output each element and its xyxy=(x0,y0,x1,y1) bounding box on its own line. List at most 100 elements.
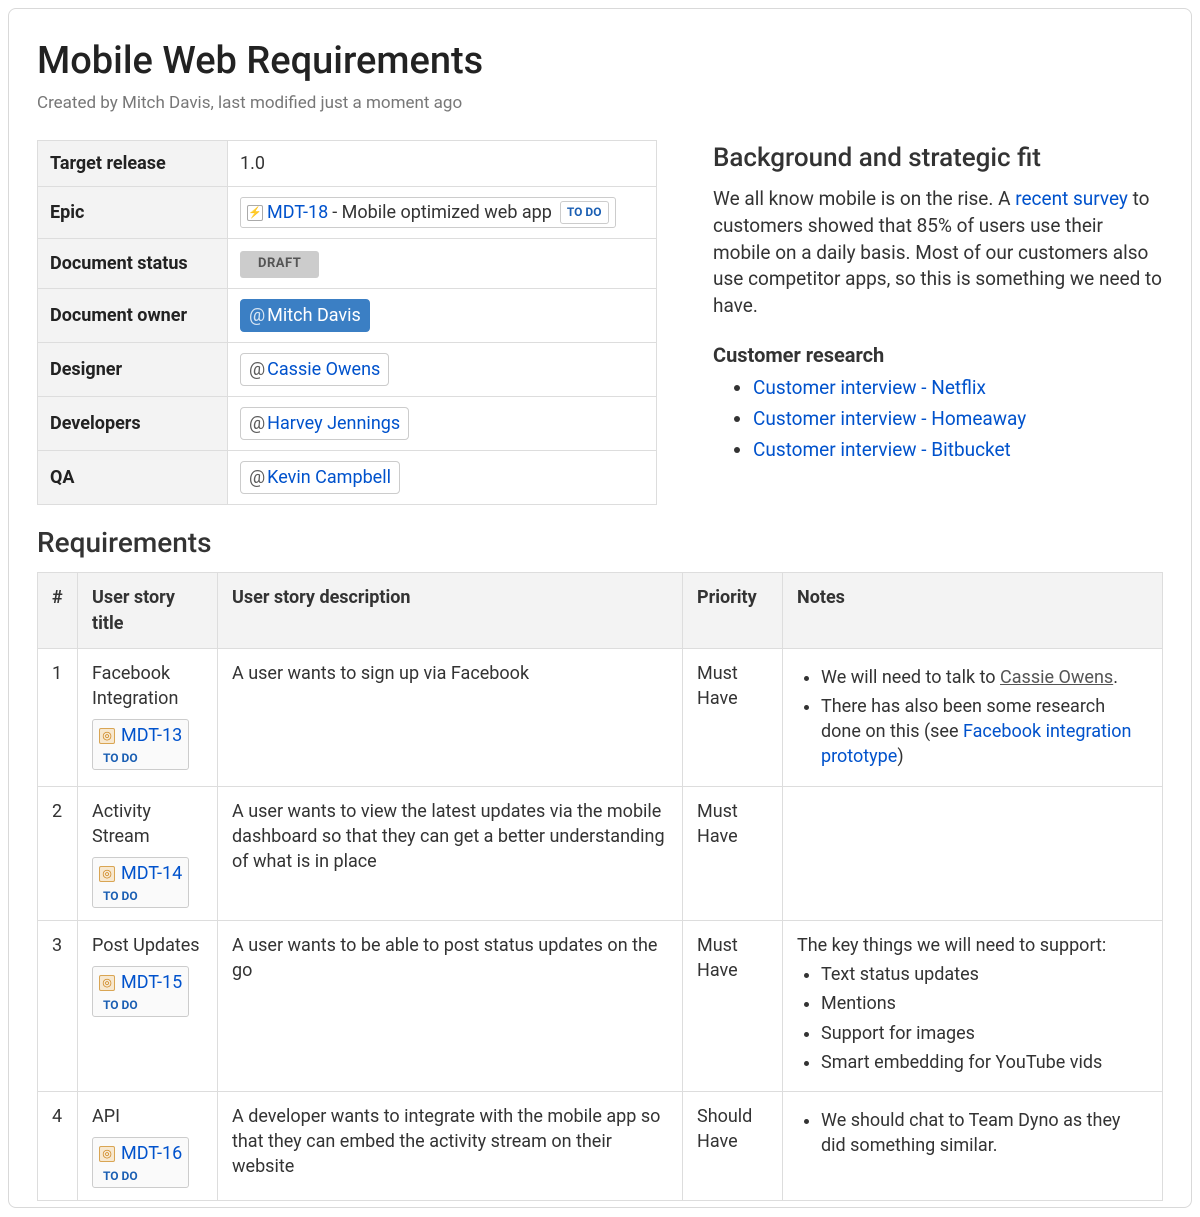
notes-text: Support for images xyxy=(821,1023,975,1044)
table-row: 4 API ◎MDT-16TO DO A developer wants to int… xyxy=(38,1091,1163,1200)
notes-text: We should chat to Team Dyno as they did … xyxy=(821,1110,1120,1156)
notes-text: Mentions xyxy=(821,993,896,1014)
issue-status-lozenge: TO DO xyxy=(99,748,182,769)
background-text: We all know mobile is on the rise. A rec… xyxy=(713,186,1163,319)
table-row: 1Facebook Integration◎MDT-13TO DOA user … xyxy=(38,648,1163,786)
epic-issue-link[interactable]: ⚡ MDT-18 - Mobile optimized web app TO D… xyxy=(240,197,616,228)
epic-icon: ⚡ xyxy=(247,205,263,221)
top-columns: Target release 1.0 Epic ⚡ MDT-18 - Mobil… xyxy=(37,140,1163,505)
row-num: 3 xyxy=(38,920,78,1091)
col-desc: User story description xyxy=(218,573,683,648)
notes-text: Smart embedding for YouTube vids xyxy=(821,1052,1102,1073)
story-title: Activity Stream xyxy=(92,799,203,849)
requirements-table: # User story title User story descriptio… xyxy=(37,572,1163,1201)
background-heading: Background and strategic fit xyxy=(713,140,1163,176)
story-icon: ◎ xyxy=(99,866,115,882)
row-notes: We will need to talk to Cassie Owens.The… xyxy=(783,648,1163,786)
row-title-cell: API ◎MDT-16TO DO xyxy=(78,1091,218,1200)
row-desc: A user wants to view the latest updates … xyxy=(218,786,683,920)
story-icon: ◎ xyxy=(99,975,115,991)
requirements-heading: Requirements xyxy=(37,523,1163,562)
meta-value-doc-status: DRAFT xyxy=(228,239,657,288)
story-issue-link[interactable]: ◎ MDT-15TO DO xyxy=(92,966,189,1017)
owner-name: Mitch Davis xyxy=(267,303,361,328)
notes-list: We should chat to Team Dyno as they did … xyxy=(797,1108,1148,1158)
row-notes: The key things we will need to support: T… xyxy=(783,920,1163,1091)
story-title: API xyxy=(92,1104,203,1129)
meta-label-qa: QA xyxy=(38,451,228,505)
table-row: 2 Activity Stream ◎ MDT-14TO DO A user wants… xyxy=(38,786,1163,920)
meta-label-target-release: Target release xyxy=(38,140,228,186)
notes-text: ) xyxy=(897,746,903,767)
meta-label-doc-status: Document status xyxy=(38,239,228,288)
row-desc: A user wants to sign up via Facebook xyxy=(218,648,683,786)
page-byline: Created by Mitch Davis, last modified ju… xyxy=(37,92,1163,116)
research-link[interactable]: Customer interview - Homeaway xyxy=(753,407,1026,430)
row-num: 1 xyxy=(38,648,78,786)
at-icon: @ xyxy=(249,465,265,490)
issue-status-lozenge: TO DO xyxy=(99,886,182,907)
research-list: Customer interview - Netflix Customer in… xyxy=(713,375,1163,463)
row-priority: Must Have xyxy=(683,786,783,920)
row-num: 2 xyxy=(38,786,78,920)
research-link-item: Customer interview - Bitbucket xyxy=(753,437,1163,464)
row-num: 4 xyxy=(38,1091,78,1200)
notes-item: There has also been some research done o… xyxy=(821,694,1148,770)
issue-key: MDT-15 xyxy=(121,970,182,995)
meta-value-doc-owner: @ Mitch Davis xyxy=(228,288,657,342)
meta-value-target-release: 1.0 xyxy=(228,140,657,186)
row-priority: Must Have xyxy=(683,648,783,786)
draft-lozenge: DRAFT xyxy=(240,251,319,277)
notes-item: Smart embedding for YouTube vids xyxy=(821,1050,1148,1075)
row-title-cell: Post Updates◎MDT-15TO DO xyxy=(78,920,218,1091)
row-priority: Must Have xyxy=(683,920,783,1091)
story-issue-link[interactable]: ◎ MDT-14TO DO xyxy=(92,857,189,908)
story-issue-link[interactable]: ◎ MDT-13TO DO xyxy=(92,719,189,770)
epic-key: MDT-18 xyxy=(267,200,328,225)
row-notes xyxy=(783,786,1163,920)
issue-key: MDT-14 xyxy=(121,861,182,886)
research-link[interactable]: Customer interview - Bitbucket xyxy=(753,438,1011,461)
at-icon: @ xyxy=(249,357,265,382)
story-icon: ◎ xyxy=(99,728,115,744)
notes-text: Text status updates xyxy=(821,964,979,985)
developer-name: Harvey Jennings xyxy=(267,411,400,436)
issue-key: MDT-13 xyxy=(121,723,182,748)
meta-value-qa: @ Kevin Campbell xyxy=(228,451,657,505)
issue-key: MDT-16 xyxy=(121,1141,182,1166)
col-num: # xyxy=(38,573,78,648)
qa-mention[interactable]: @ Kevin Campbell xyxy=(240,461,400,494)
meta-value-epic: ⚡ MDT-18 - Mobile optimized web app TO D… xyxy=(228,187,657,239)
row-title-cell: Facebook Integration◎MDT-13TO DO xyxy=(78,648,218,786)
notes-item: Mentions xyxy=(821,991,1148,1016)
col-priority: Priority xyxy=(683,573,783,648)
meta-label-developers: Developers xyxy=(38,396,228,450)
owner-mention[interactable]: @ Mitch Davis xyxy=(240,299,370,332)
research-link-item: Customer interview - Netflix xyxy=(753,375,1163,402)
notes-item: We should chat to Team Dyno as they did … xyxy=(821,1108,1148,1158)
notes-list: We will need to talk to Cassie Owens.The… xyxy=(797,665,1148,770)
story-issue-link[interactable]: ◎MDT-16TO DO xyxy=(92,1137,189,1188)
notes-item: Text status updates xyxy=(821,962,1148,987)
issue-status-lozenge: TO DO xyxy=(99,995,182,1016)
research-link-item: Customer interview - Homeaway xyxy=(753,406,1163,433)
developer-mention[interactable]: @ Harvey Jennings xyxy=(240,407,409,440)
page-title: Mobile Web Requirements xyxy=(37,35,1163,88)
inline-mention[interactable]: Cassie Owens xyxy=(1000,667,1113,688)
background-section: Background and strategic fit We all know… xyxy=(713,140,1163,467)
designer-mention[interactable]: @ Cassie Owens xyxy=(240,353,389,386)
row-desc: A developer wants to integrate with the … xyxy=(218,1091,683,1200)
meta-label-designer: Designer xyxy=(38,342,228,396)
row-notes: We should chat to Team Dyno as they did … xyxy=(783,1091,1163,1200)
row-desc: A user wants to be able to post status u… xyxy=(218,920,683,1091)
notes-intro: The key things we will need to support: xyxy=(797,933,1148,958)
notes-text: We will need to talk to xyxy=(821,667,1000,688)
table-row: 3Post Updates◎MDT-15TO DOA user wants to… xyxy=(38,920,1163,1091)
meta-label-doc-owner: Document owner xyxy=(38,288,228,342)
row-title-cell: Activity Stream ◎ MDT-14TO DO xyxy=(78,786,218,920)
recent-survey-link[interactable]: recent survey xyxy=(1015,187,1128,210)
meta-value-developers: @ Harvey Jennings xyxy=(228,396,657,450)
at-icon: @ xyxy=(249,303,265,328)
background-pre: We all know mobile is on the rise. A xyxy=(713,187,1015,210)
research-link[interactable]: Customer interview - Netflix xyxy=(753,376,986,399)
